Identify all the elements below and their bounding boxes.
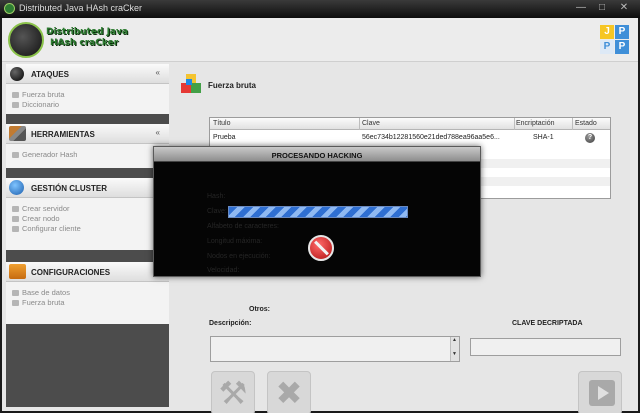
item-icon <box>12 92 19 98</box>
sidebar: ATAQUES « Fuerza bruta Diccionario HERRA… <box>6 64 169 407</box>
cube-icon <box>181 74 201 94</box>
item-icon <box>12 226 19 232</box>
section-title: HERRAMIENTAS <box>31 130 95 139</box>
globe-icon <box>9 180 24 195</box>
item-icon <box>12 152 19 158</box>
description-textarea[interactable]: ▲ ▼ <box>210 336 460 362</box>
section-ataques: ATAQUES « Fuerza bruta Diccionario <box>6 64 169 114</box>
sidebar-item-diccionario[interactable]: Diccionario <box>12 100 169 110</box>
logo-text-line2: HAsh craCker <box>50 38 119 48</box>
column-header-clave[interactable]: Clave <box>362 120 380 127</box>
descripcion-label: Descripción: <box>209 320 252 327</box>
column-header-encriptacion[interactable]: Encriptación <box>516 120 555 127</box>
title-bar: Distributed Java HAsh craCker — □ ✕ <box>0 0 640 18</box>
section-header-ataques[interactable]: ATAQUES « <box>6 64 169 84</box>
settings-icon <box>9 264 26 279</box>
progress-fill <box>229 207 407 217</box>
sidebar-item-label: Configurar cliente <box>22 224 81 233</box>
logo-text-line1: Distributed Java <box>46 27 128 37</box>
badge-letter-p3: P <box>615 40 629 54</box>
dialog-label-clave: Clave: <box>207 208 227 215</box>
help-icon[interactable]: ? <box>585 133 595 143</box>
tools-icon <box>9 126 26 141</box>
collapse-icon[interactable]: « <box>156 128 160 137</box>
window-title: Distributed Java HAsh craCker <box>19 3 143 13</box>
processing-dialog: PROCESANDO HACKING Hash: Clave: Alfabeto… <box>153 146 481 277</box>
cell-clave: 56ec734b12281560e21ded788ea96aa5e6... <box>362 134 500 141</box>
dialog-title: PROCESANDO HACKING <box>271 151 363 160</box>
bomb-icon <box>10 67 24 81</box>
scroll-up-icon[interactable]: ▲ <box>452 337 457 343</box>
app-logo-icon <box>8 22 44 58</box>
minimize-button[interactable]: — <box>574 2 588 15</box>
dialog-label-longitud: Longitud máxima: <box>207 238 263 245</box>
section-title: ATAQUES <box>31 70 69 79</box>
play-icon <box>589 380 615 406</box>
cell-encriptacion: SHA-1 <box>533 134 554 141</box>
section-title: GESTIÓN CLUSTER <box>31 184 108 193</box>
sidebar-item-label: Fuerza bruta <box>22 298 65 307</box>
section-header-gestion-cluster[interactable]: GESTIÓN CLUSTER « <box>6 178 169 198</box>
sidebar-item-label: Crear servidor <box>22 204 70 213</box>
page-title: Fuerza bruta <box>208 81 257 90</box>
sidebar-item-label: Generador Hash <box>22 150 78 159</box>
badge-letter-p2: P <box>600 40 614 54</box>
sidebar-item-configurar-cliente[interactable]: Configurar cliente <box>12 224 169 234</box>
dialog-header: PROCESANDO HACKING <box>154 147 480 162</box>
sidebar-item-label: Fuerza bruta <box>22 90 65 99</box>
item-icon <box>12 290 19 296</box>
start-button[interactable] <box>578 371 622 413</box>
dialog-label-velocidad: Velocidad: <box>207 267 240 274</box>
section-herramientas: HERRAMIENTAS « Generador Hash <box>6 124 169 168</box>
table-row[interactable]: Prueba 56ec734b12281560e21ded788ea96aa5e… <box>210 131 610 145</box>
cell-titulo: Prueba <box>213 134 236 141</box>
x-icon: ✖ <box>275 375 303 411</box>
dialog-label-alfabeto: Alfabeto de caracteres: <box>207 223 279 230</box>
app-icon <box>4 3 15 14</box>
collapse-icon[interactable]: « <box>156 68 160 77</box>
cancel-button[interactable]: ✖ <box>267 371 311 413</box>
sidebar-item-crear-nodo[interactable]: Crear nodo <box>12 214 169 224</box>
section-configuraciones: CONFIGURACIONES « Base de datos Fuerza b… <box>6 262 169 324</box>
column-header-titulo[interactable]: Título <box>213 120 231 127</box>
stop-icon[interactable] <box>308 235 334 261</box>
table-header: Título Clave Encriptación Estado <box>210 118 610 130</box>
decrypted-key-label: CLAVE DECRIPTADA <box>512 320 583 327</box>
item-icon <box>12 216 19 222</box>
badge-letter-j: J <box>600 25 614 39</box>
hammer-icon: ⚒ <box>218 375 248 411</box>
sidebar-item-generador-hash[interactable]: Generador Hash <box>12 150 169 160</box>
dialog-label-nodos: Nodos en ejecución: <box>207 253 271 260</box>
badge-letter-p1: P <box>615 25 629 39</box>
otros-label: Otros: <box>249 306 270 313</box>
section-header-herramientas[interactable]: HERRAMIENTAS « <box>6 124 169 144</box>
sidebar-item-fuerza-bruta[interactable]: Fuerza bruta <box>12 90 169 100</box>
scrollbar[interactable]: ▲ ▼ <box>450 337 459 361</box>
scroll-down-icon[interactable]: ▼ <box>452 351 457 357</box>
progress-bar <box>228 206 408 218</box>
item-icon <box>12 300 19 306</box>
sidebar-item-label: Crear nodo <box>22 214 60 223</box>
sidebar-item-label: Base de datos <box>22 288 70 297</box>
sidebar-item-base-de-datos[interactable]: Base de datos <box>12 288 169 298</box>
section-header-configuraciones[interactable]: CONFIGURACIONES « <box>6 262 169 282</box>
dialog-label-hash: Hash: <box>207 193 226 200</box>
item-icon <box>12 206 19 212</box>
sidebar-item-label: Diccionario <box>22 100 60 109</box>
section-title: CONFIGURACIONES <box>31 268 111 277</box>
item-icon <box>12 102 19 108</box>
decrypted-key-field[interactable] <box>470 338 621 356</box>
maximize-button[interactable]: □ <box>595 2 609 15</box>
close-button[interactable]: ✕ <box>617 2 631 15</box>
app-header: Distributed Java HAsh craCker J P P P <box>2 18 638 62</box>
sidebar-item-config-fuerza-bruta[interactable]: Fuerza bruta <box>12 298 169 308</box>
attack-button[interactable]: ⚒ <box>211 371 255 413</box>
sidebar-item-crear-servidor[interactable]: Crear servidor <box>12 204 169 214</box>
column-header-estado[interactable]: Estado <box>575 120 597 127</box>
section-gestion-cluster: GESTIÓN CLUSTER « Crear servidor Crear n… <box>6 178 169 250</box>
